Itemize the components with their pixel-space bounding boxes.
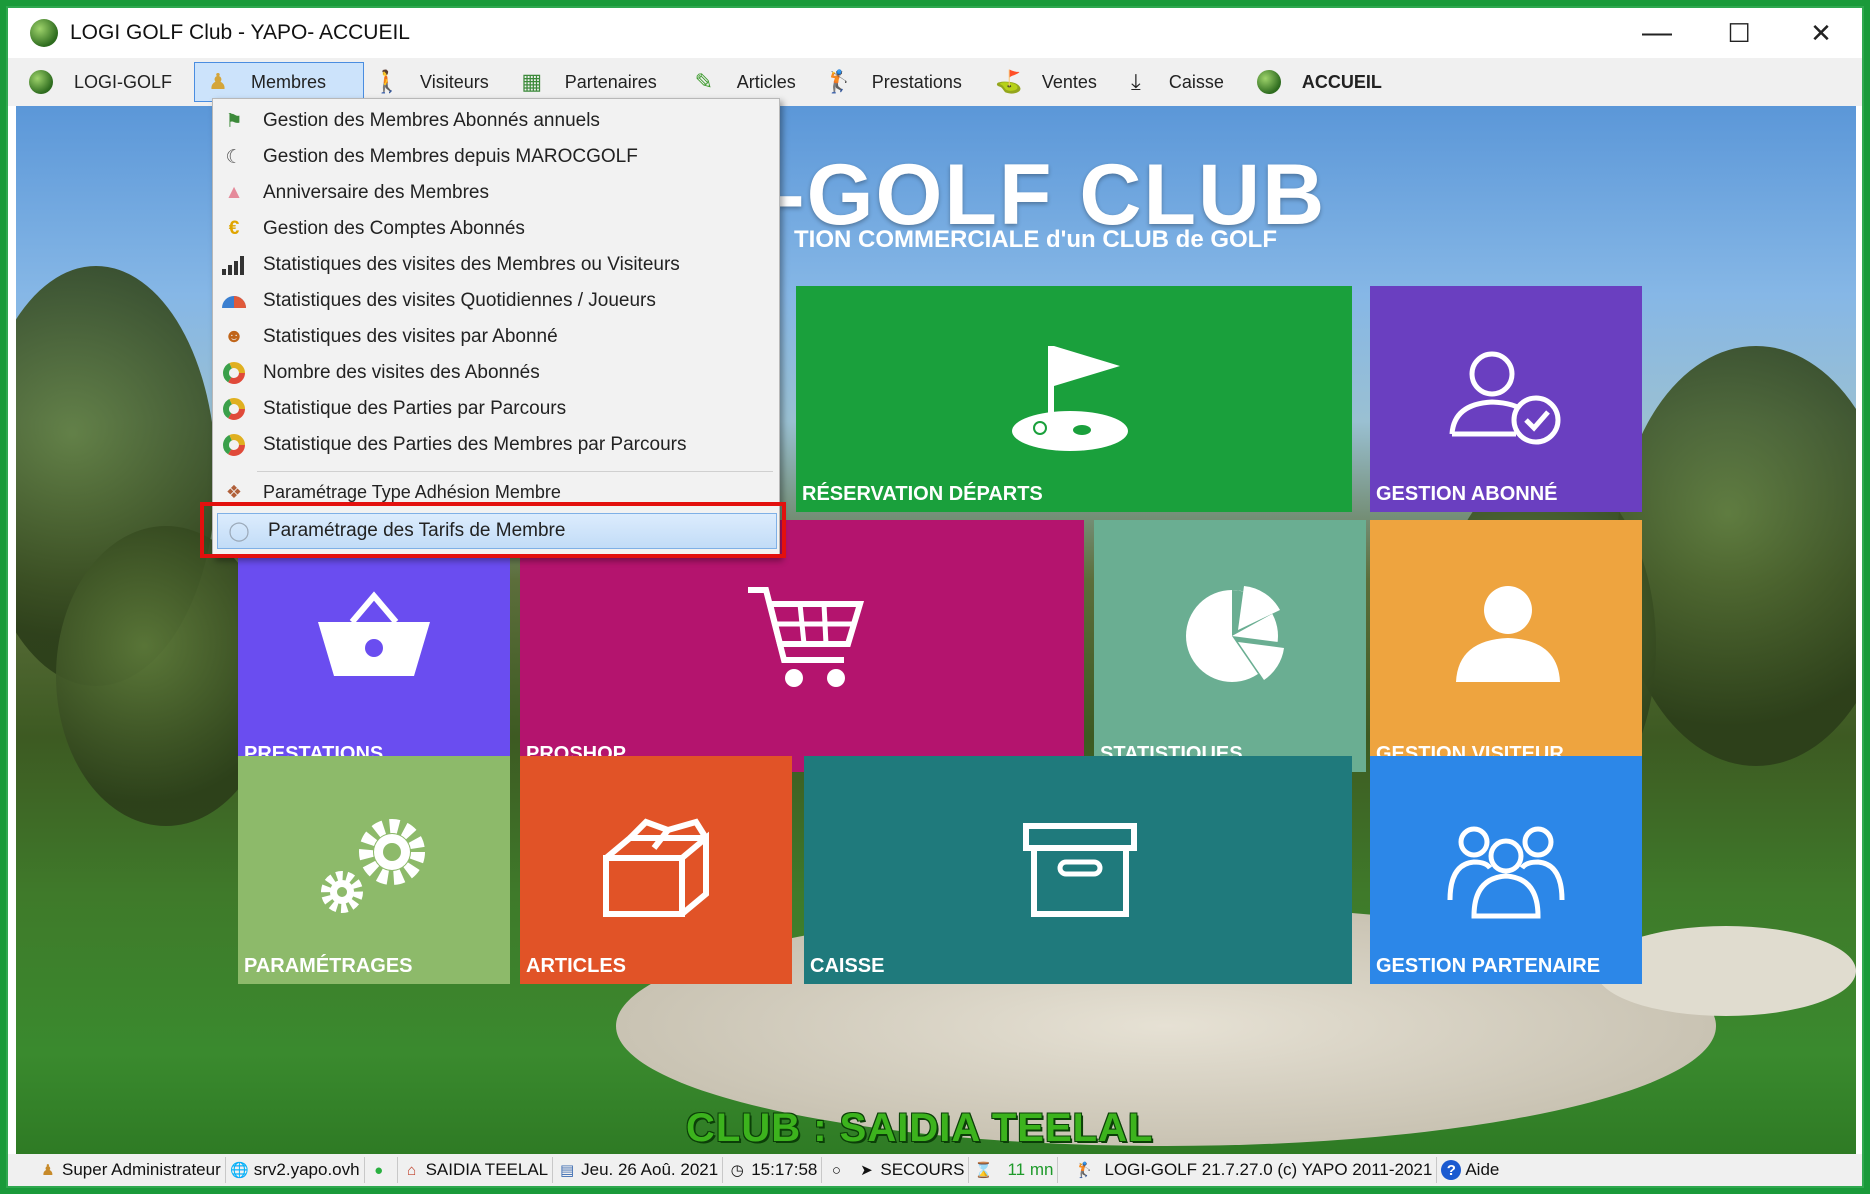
window-title: LOGI GOLF Club - YAPO- ACCUEIL — [70, 21, 410, 44]
status-version: 🏌 LOGI-GOLF 21.7.27.0 (c) YAPO 2011-2021 — [1058, 1157, 1438, 1183]
status-backup[interactable]: ○ ➤ SECOURS — [822, 1157, 970, 1183]
partners-icon: ▦ — [521, 69, 543, 94]
menu-gestion-membres-marocgolf[interactable]: ☾ Gestion des Membres depuis MAROCGOLF — [213, 139, 779, 175]
membres-dropdown-menu: ⚑ Gestion des Membres Abonnés annuels ☾ … — [212, 98, 780, 558]
globe-icon: 🌐 — [230, 1162, 250, 1179]
tile-gestion-partenaire[interactable]: GESTION PARTENAIRE — [1370, 756, 1642, 984]
tile-parametrages[interactable]: PARAMÉTRAGES — [238, 756, 510, 984]
help-icon: ? — [1441, 1160, 1462, 1180]
menu-stats-visites-par-abonne[interactable]: ☻ Statistiques des visites par Abonné — [213, 319, 779, 355]
club-name: CLUB : SAIDIA TEELAL — [686, 1106, 1154, 1150]
online-dot-icon: ● — [374, 1161, 384, 1179]
background-tree — [1616, 346, 1856, 766]
bar-chart-icon — [219, 253, 249, 277]
tile-gestion-abonne[interactable]: GESTION ABONNÉ — [1370, 286, 1642, 512]
menu-articles[interactable]: ✎ Articles — [681, 62, 806, 102]
tile-articles[interactable]: ARTICLES — [520, 756, 792, 984]
tile-caisse[interactable]: CAISSE — [804, 756, 1352, 984]
sales-icon: ⛳ — [995, 69, 1023, 94]
status-time: ◷ 15:17:58 — [723, 1157, 823, 1183]
gears-icon — [321, 819, 425, 913]
menu-separator — [257, 471, 773, 472]
brand-subtitle: TION COMMERCIALE d'un CLUB de GOLF — [794, 226, 1277, 253]
menu-nombre-visites-abonnes[interactable]: Nombre des visites des Abonnés — [213, 355, 779, 391]
user-icon — [1456, 586, 1560, 682]
help-button[interactable]: ? Aide — [1437, 1157, 1503, 1183]
menu-stat-parties-parcours[interactable]: Statistique des Parties par Parcours — [213, 391, 779, 427]
menu-membres[interactable]: ♟ Membres — [194, 62, 365, 102]
minimize-button[interactable]: — — [1616, 8, 1698, 58]
menu-accueil[interactable]: ACCUEIL — [1246, 62, 1392, 102]
tile-reservation[interactable]: RÉSERVATION DÉPARTS — [796, 286, 1352, 512]
golf-ball-icon — [1256, 69, 1282, 95]
user-stats-icon: ☻ — [224, 326, 244, 347]
golf-flag-icon — [1012, 346, 1128, 451]
status-connection: ● — [365, 1157, 398, 1183]
window-controls: — ☐ ✕ — [1616, 8, 1862, 58]
settings-tags-icon: ❖ — [225, 481, 243, 502]
golfer-icon: ➤ — [860, 1162, 873, 1179]
menu-stat-parties-membres-parcours[interactable]: Statistique des Parties des Membres par … — [213, 427, 779, 463]
download-icon: ⤓ — [1131, 69, 1141, 94]
menu-ventes[interactable]: ⛳ Ventes — [986, 62, 1107, 102]
app-window: LOGI GOLF Club - YAPO- ACCUEIL — ☐ ✕ LOG… — [6, 6, 1864, 1188]
moon-icon: ☾ — [225, 146, 243, 168]
clubhouse-icon: ⌂ — [407, 1161, 417, 1179]
close-button[interactable]: ✕ — [1780, 8, 1862, 58]
box-icon — [603, 818, 709, 917]
menu-visiteurs[interactable]: 🚶 Visiteurs — [364, 62, 499, 102]
half-pie-icon — [219, 289, 249, 313]
pencil-icon: ✎ — [694, 69, 713, 94]
tile-gestion-visiteur[interactable]: GESTION VISITEUR — [1370, 520, 1642, 772]
group-icon — [1447, 826, 1565, 919]
cake-icon: ▲ — [224, 182, 244, 203]
menu-prestations[interactable]: 🏌 Prestations — [816, 62, 972, 102]
menu-stats-visites-membres-visiteurs[interactable]: Statistiques des visites des Membres ou … — [213, 247, 779, 283]
tile-statistiques[interactable]: STATISTIQUES — [1094, 520, 1366, 772]
status-user: ♟ Super Administrateur — [34, 1157, 226, 1183]
member-icon: ♟ — [208, 69, 228, 94]
user-icon: ♟ — [41, 1162, 55, 1179]
status-bar: ♟ Super Administrateur 🌐 srv2.yapo.ovh ●… — [8, 1154, 1862, 1186]
hourglass-icon: ⌛ — [974, 1162, 993, 1179]
golfer-icon: 🏌 — [1075, 1162, 1094, 1179]
menu-stats-visites-quotidiennes[interactable]: Statistiques des visites Quotidiennes / … — [213, 283, 779, 319]
walker-icon: 🚶 — [373, 69, 401, 94]
golfer-icon: 🏌 — [825, 69, 853, 94]
euro-icon: € — [228, 218, 240, 239]
menu-logi-golf[interactable]: LOGI-GOLF — [18, 62, 182, 102]
menu-gestion-membres-abonnes[interactable]: ⚑ Gestion des Membres Abonnés annuels — [213, 103, 779, 139]
circle-icon: ○ — [831, 1161, 841, 1179]
title-bar: LOGI GOLF Club - YAPO- ACCUEIL — ☐ ✕ — [8, 8, 1862, 58]
pie-chart-icon — [1186, 586, 1284, 682]
clock-icon: ◷ — [730, 1162, 744, 1179]
archive-box-icon — [1023, 823, 1137, 917]
calendar-icon: ▤ — [560, 1162, 575, 1179]
donut-chart-icon — [219, 433, 249, 457]
status-server: 🌐 srv2.yapo.ovh — [226, 1157, 365, 1183]
highlight-box — [200, 502, 786, 558]
status-date: ▤ Jeu. 26 Aoû. 2021 — [553, 1157, 724, 1183]
shopping-cart-icon — [748, 587, 864, 687]
donut-chart-icon — [219, 361, 249, 385]
menu-anniversaire-membres[interactable]: ▲ Anniversaire des Membres — [213, 175, 779, 211]
menu-partenaires[interactable]: ▦ Partenaires — [509, 62, 667, 102]
members-flag-icon: ⚑ — [225, 110, 243, 132]
donut-chart-icon — [219, 397, 249, 421]
golf-ball-icon — [30, 19, 58, 47]
maximize-button[interactable]: ☐ — [1698, 8, 1780, 58]
user-check-icon — [1449, 351, 1561, 445]
basket-icon — [318, 591, 430, 676]
tile-prestations[interactable]: PRESTATIONS — [238, 546, 510, 772]
menu-caisse[interactable]: ⤓ Caisse — [1113, 62, 1234, 102]
status-timer: ⌛ 11 mn — [969, 1157, 1059, 1183]
menu-gestion-comptes-abonnes[interactable]: € Gestion des Comptes Abonnés — [213, 211, 779, 247]
golf-ball-icon — [28, 69, 54, 95]
status-club: ⌂ SAIDIA TEELAL — [398, 1157, 554, 1183]
